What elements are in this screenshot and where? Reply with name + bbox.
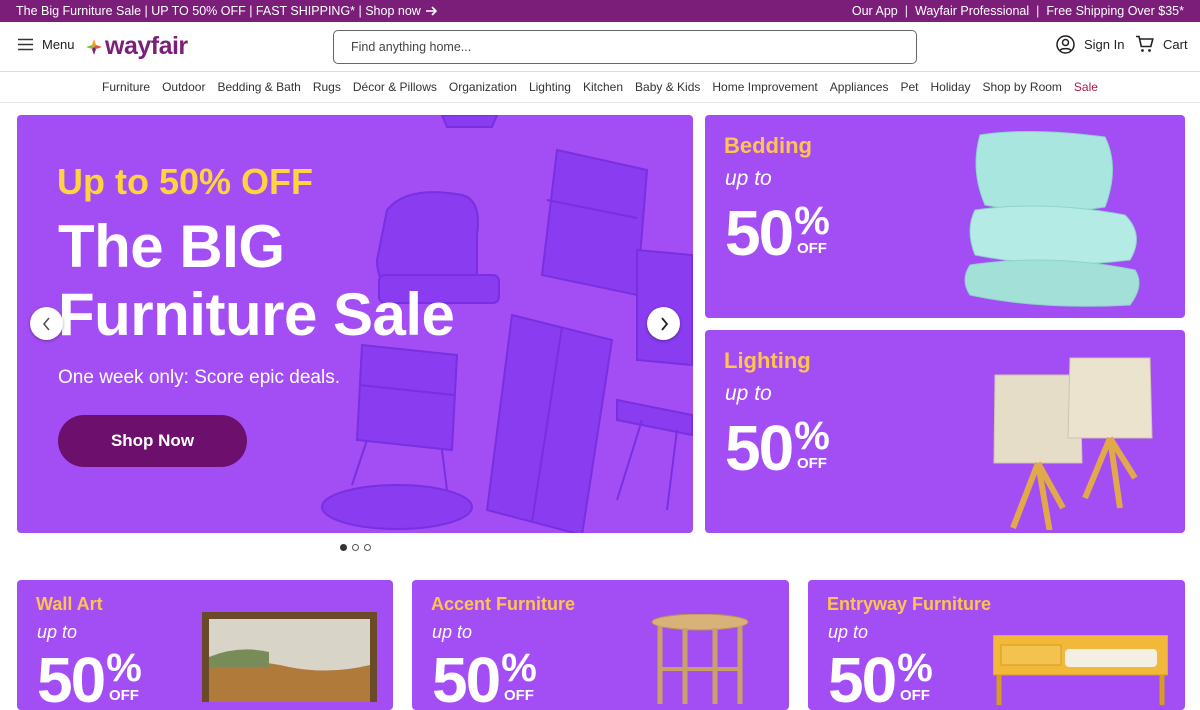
nav-item-shop-by-room[interactable]: Shop by Room xyxy=(983,80,1062,94)
nav-item-lighting[interactable]: Lighting xyxy=(529,80,571,94)
hamburger-icon xyxy=(18,38,33,51)
tile-category: Lighting xyxy=(724,348,811,373)
tile-upto: up to xyxy=(37,622,78,642)
carousel-dot-3[interactable] xyxy=(364,544,371,551)
tile-category: Bedding xyxy=(724,133,812,158)
cart-button[interactable]: Cart xyxy=(1135,35,1188,53)
tile-discount: 50 % OFF xyxy=(725,201,830,265)
percent-sign: % xyxy=(794,199,830,243)
carousel-prev-button[interactable] xyxy=(30,307,63,340)
cart-label: Cart xyxy=(1163,36,1188,52)
nav-item-holiday[interactable]: Holiday xyxy=(931,80,971,94)
tile-discount: 50 % OFF xyxy=(37,648,142,710)
nav-item-decor-pillows[interactable]: Décor & Pillows xyxy=(353,80,437,94)
our-app-link[interactable]: Our App xyxy=(852,4,898,18)
tile-discount: 50 % OFF xyxy=(725,416,830,480)
free-shipping-link[interactable]: Free Shipping Over $35* xyxy=(1046,4,1184,18)
search-box xyxy=(333,30,917,64)
hero-kicker: Up to 50% OFF xyxy=(57,161,314,202)
search-input[interactable] xyxy=(351,40,916,54)
lamps-image xyxy=(993,357,1153,530)
percent-sign: % xyxy=(794,414,830,458)
hero-subtitle: One week only: Score epic deals. xyxy=(58,367,340,388)
nav-item-baby-kids[interactable]: Baby & Kids xyxy=(635,80,700,94)
promo-shop-now-link[interactable]: The Big Furniture Sale | UP TO 50% OFF |… xyxy=(16,4,438,18)
tile-upto: up to xyxy=(828,622,869,642)
tile-upto: up to xyxy=(725,167,772,190)
off-label: OFF xyxy=(796,240,827,257)
sign-in-button[interactable]: Sign In xyxy=(1056,35,1124,54)
tile-category: Entryway Furniture xyxy=(827,594,992,614)
carousel-next-button[interactable] xyxy=(647,307,680,340)
tile-category: Accent Furniture xyxy=(431,594,576,614)
side-table-image xyxy=(651,614,749,704)
promo-bar: The Big Furniture Sale | UP TO 50% OFF |… xyxy=(0,0,1200,22)
nav-item-pet[interactable]: Pet xyxy=(900,80,918,94)
nav-item-furniture[interactable]: Furniture xyxy=(102,80,150,94)
wayfair-logo-icon xyxy=(86,38,102,55)
wall-art-image xyxy=(202,612,377,702)
logo-text: wayfair xyxy=(105,32,188,60)
hero-title-line2: Furniture Sale xyxy=(58,281,455,348)
chevron-right-icon xyxy=(660,316,668,331)
menu-button[interactable]: Menu xyxy=(18,37,75,52)
discount-number: 50 xyxy=(37,644,106,710)
carousel-dot-2[interactable] xyxy=(352,544,359,551)
nav-item-kitchen[interactable]: Kitchen xyxy=(583,80,623,94)
nav-item-home-improvement[interactable]: Home Improvement xyxy=(712,80,817,94)
off-label: OFF xyxy=(108,687,139,704)
promo-tile-entryway-furniture[interactable]: Entryway Furniture up to 50 % OFF xyxy=(808,580,1185,710)
nav-item-organization[interactable]: Organization xyxy=(449,80,517,94)
promo-tile-accent-furniture[interactable]: Accent Furniture up to 50 % OFF xyxy=(412,580,789,710)
tile-category: Wall Art xyxy=(36,594,103,614)
carousel-dots xyxy=(340,544,371,551)
sign-in-label: Sign In xyxy=(1084,37,1125,52)
promo-text: The Big Furniture Sale | UP TO 50% OFF |… xyxy=(16,4,421,18)
percent-sign: % xyxy=(897,646,933,690)
menu-label: Menu xyxy=(42,37,75,52)
discount-number: 50 xyxy=(432,644,501,710)
tile-discount: 50 % OFF xyxy=(828,648,933,710)
discount-number: 50 xyxy=(725,412,794,484)
nav-item-bedding-bath[interactable]: Bedding & Bath xyxy=(217,80,300,94)
hero-title-line1: The BIG xyxy=(58,213,285,280)
site-header: Menu wayfair Sign In Cart xyxy=(0,22,1200,72)
entryway-bench-image xyxy=(993,635,1168,705)
shop-now-button[interactable]: Shop Now xyxy=(58,415,247,467)
wayfair-logo[interactable]: wayfair xyxy=(85,32,188,61)
discount-number: 50 xyxy=(725,197,794,269)
wayfair-professional-link[interactable]: Wayfair Professional xyxy=(915,4,1029,18)
off-label: OFF xyxy=(796,455,827,472)
hero-title: The BIG Furniture Sale xyxy=(58,213,455,349)
promo-tile-wall-art[interactable]: Wall Art up to 50 % OFF xyxy=(17,580,393,710)
promo-tile-bedding[interactable]: Bedding up to 50 % OFF xyxy=(705,115,1185,318)
off-label: OFF xyxy=(899,687,930,704)
nav-item-rugs[interactable]: Rugs xyxy=(313,80,341,94)
hero-banner[interactable]: Up to 50% OFF The BIG Furniture Sale One… xyxy=(17,115,693,533)
user-icon xyxy=(1056,35,1075,54)
nav-item-outdoor[interactable]: Outdoor xyxy=(162,80,205,94)
nav-item-sale[interactable]: Sale xyxy=(1074,80,1098,94)
promo-tile-lighting[interactable]: Lighting up to 50 % OFF xyxy=(705,330,1185,533)
arrow-right-icon xyxy=(425,6,437,16)
pillows-image xyxy=(964,130,1140,307)
off-label: OFF xyxy=(503,687,534,704)
cart-icon xyxy=(1136,35,1154,52)
tile-upto: up to xyxy=(432,622,473,642)
nav-item-appliances[interactable]: Appliances xyxy=(830,80,889,94)
percent-sign: % xyxy=(501,646,537,690)
category-nav: Furniture Outdoor Bedding & Bath Rugs Dé… xyxy=(0,72,1200,103)
carousel-dot-1[interactable] xyxy=(340,544,347,551)
tile-discount: 50 % OFF xyxy=(432,648,537,710)
tile-upto: up to xyxy=(725,382,772,405)
discount-number: 50 xyxy=(828,644,897,710)
percent-sign: % xyxy=(106,646,142,690)
chevron-left-icon xyxy=(42,316,50,331)
